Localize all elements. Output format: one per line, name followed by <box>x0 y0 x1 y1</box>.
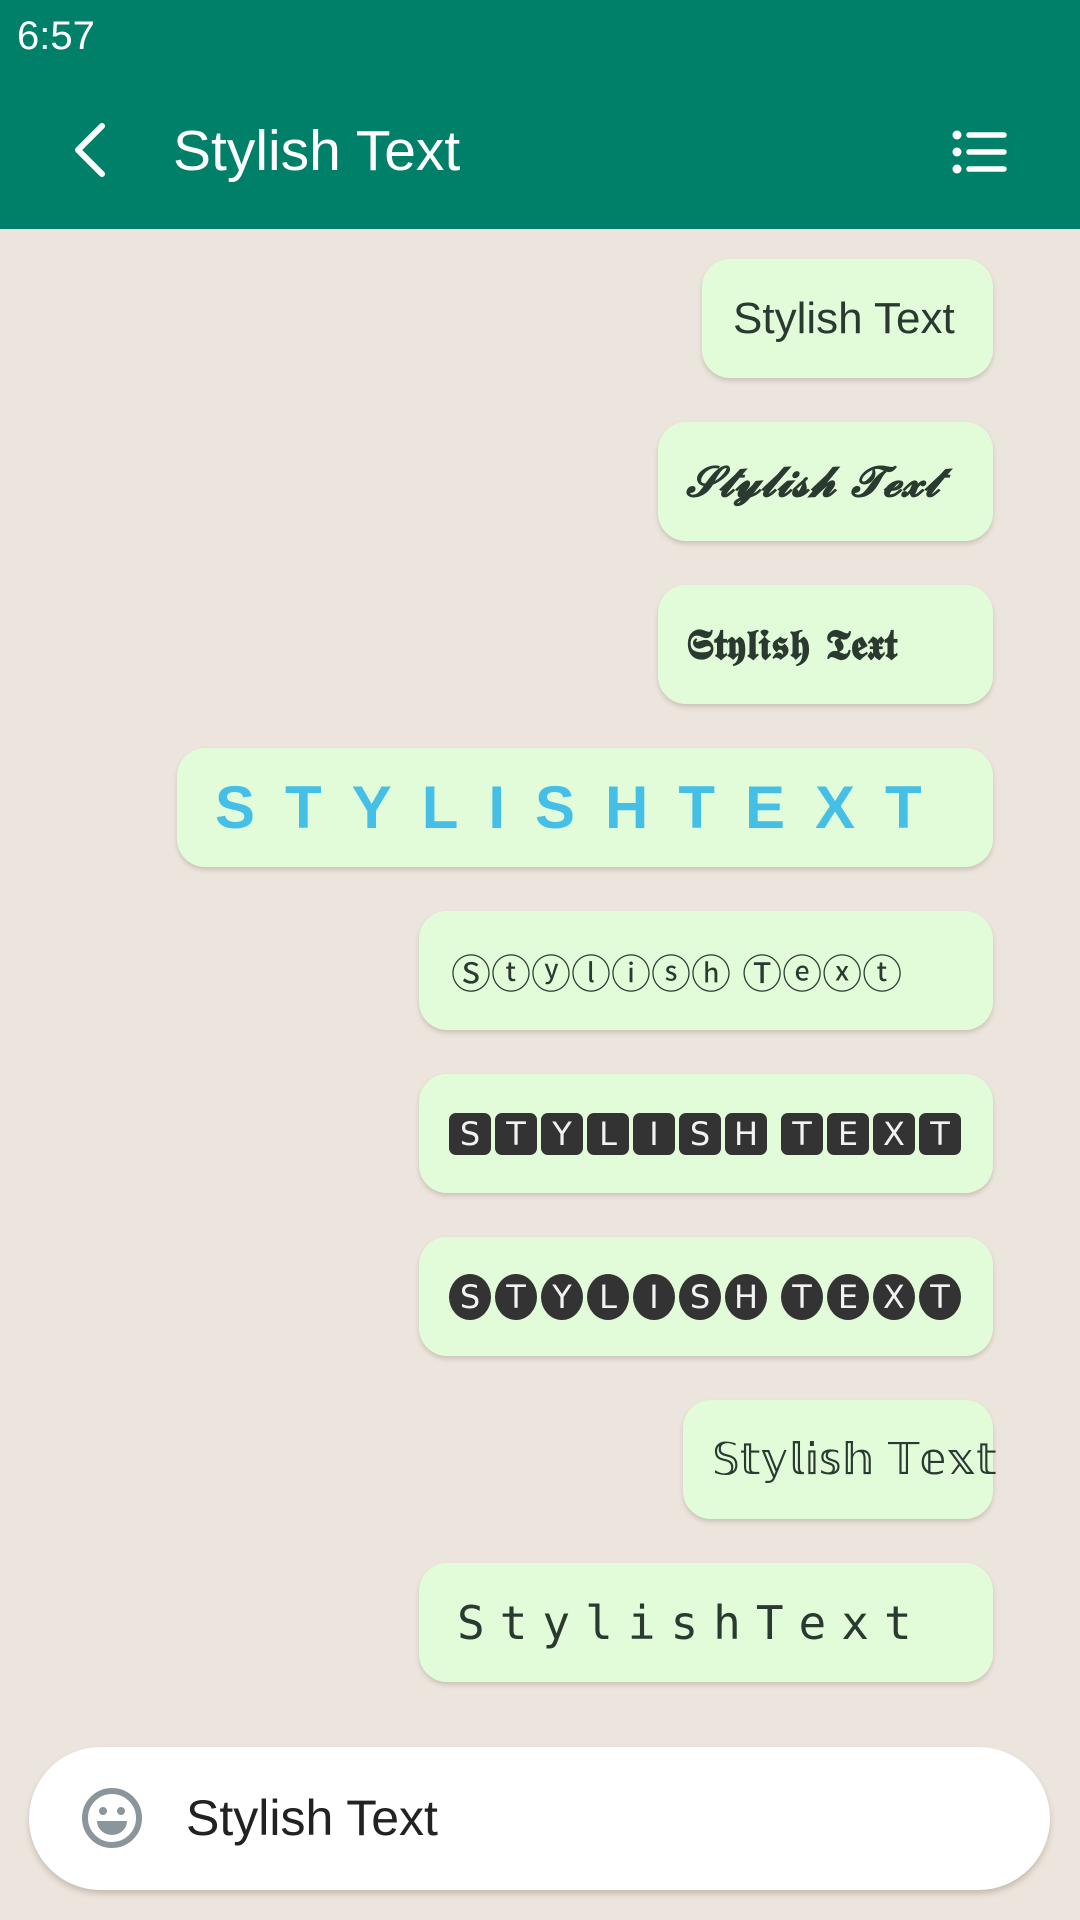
message-text: Stylish Text <box>733 293 955 343</box>
letter-tile: S <box>679 1273 721 1320</box>
letter-tile: E <box>827 1273 869 1320</box>
message-bubble-circled[interactable]: Ⓢⓣⓨⓛⓘⓢⓗ Ⓣⓔⓧⓣ <box>419 911 993 1030</box>
message-text: 𝓢𝓽𝔂𝓵𝓲𝓼𝓱 𝓣𝓮𝔁𝓽 <box>686 456 940 506</box>
chevron-left-icon <box>75 123 105 177</box>
menu-button[interactable] <box>940 112 1020 192</box>
letter-tile: T <box>919 1273 961 1320</box>
letter-gap <box>771 1274 777 1320</box>
message-text: StylishText <box>457 1595 927 1650</box>
letter-tile: S <box>449 1273 491 1320</box>
message-input[interactable] <box>186 1777 1006 1859</box>
letter-tile: Y <box>541 1112 583 1155</box>
letter-tile: X <box>873 1273 915 1320</box>
letter-tile: T <box>919 1112 961 1155</box>
status-time: 6:57 <box>17 14 95 58</box>
letter-tile: Y <box>541 1273 583 1320</box>
message-bubble-squared[interactable]: STYLISHTEXT <box>419 1074 993 1193</box>
message-bubble-double-struck[interactable]: 𝕊𝕥𝕪𝕝𝕚𝕤𝕙 𝕋𝕖𝕩𝕥 <box>683 1400 997 1519</box>
letter-tile: T <box>495 1112 537 1155</box>
circled-negative-letters: STYLISHTEXT <box>449 1273 961 1320</box>
smiley-icon <box>82 1788 142 1848</box>
letter-tile: I <box>633 1112 675 1155</box>
letter-tile: L <box>587 1273 629 1320</box>
letter-tile: H <box>725 1273 767 1320</box>
message-bubble-monospace[interactable]: StylishText <box>419 1563 993 1682</box>
back-button[interactable] <box>50 110 130 190</box>
letter-tile: L <box>587 1112 629 1155</box>
letter-tile: S <box>449 1112 491 1155</box>
squared-letters: STYLISHTEXT <box>449 1112 961 1155</box>
message-text: STYLISHTEXT <box>215 774 952 841</box>
letter-tile: H <box>725 1112 767 1155</box>
message-bubble-script[interactable]: 𝓢𝓽𝔂𝓵𝓲𝓼𝓱 𝓣𝓮𝔁𝓽 <box>658 422 993 541</box>
letter-tile: S <box>679 1112 721 1155</box>
list-icon <box>952 130 1007 174</box>
emoji-button[interactable] <box>77 1783 147 1853</box>
letter-tile: T <box>781 1273 823 1320</box>
message-bubble-spaced-caps[interactable]: STYLISHTEXT <box>177 748 993 867</box>
message-input-bar <box>29 1747 1050 1890</box>
app-bar: 6:57 Stylish Text <box>0 0 1080 229</box>
page-title: Stylish Text <box>173 119 461 183</box>
letter-tile: X <box>873 1112 915 1155</box>
letter-gap <box>771 1113 777 1155</box>
letter-tile: T <box>781 1112 823 1155</box>
letter-tile: T <box>495 1273 537 1320</box>
message-text: Ⓢⓣⓨⓛⓘⓢⓗ Ⓣⓔⓧⓣ <box>451 952 903 997</box>
message-bubble-plain[interactable]: Stylish Text <box>702 259 993 378</box>
message-text: 𝕾𝖙𝖞𝖑𝖎𝖘𝖍 𝕿𝖊𝖝𝖙 <box>686 619 898 669</box>
message-bubble-circled-negative[interactable]: STYLISHTEXT <box>419 1237 993 1356</box>
message-bubble-fraktur[interactable]: 𝕾𝖙𝖞𝖑𝖎𝖘𝖍 𝕿𝖊𝖝𝖙 <box>658 585 993 704</box>
message-text: 𝕊𝕥𝕪𝕝𝕚𝕤𝕙 𝕋𝕖𝕩𝕥 <box>712 1434 997 1485</box>
letter-tile: E <box>827 1112 869 1155</box>
letter-tile: I <box>633 1273 675 1320</box>
